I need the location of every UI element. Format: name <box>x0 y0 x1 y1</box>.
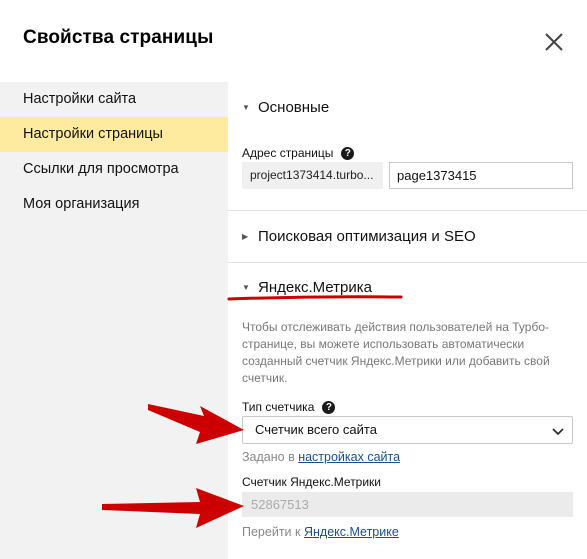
counter-type-value: Счетчик всего сайта <box>255 422 377 437</box>
caret-down-icon: ▼ <box>242 283 250 292</box>
address-label: Адрес страницы <box>242 146 334 160</box>
section-basic-toggle[interactable]: ▼ Основные <box>242 99 329 116</box>
divider <box>228 262 587 263</box>
help-icon[interactable]: ? <box>341 146 355 160</box>
caret-right-icon: ▶ <box>242 232 249 241</box>
sidebar-item-site-settings[interactable]: Настройки сайта <box>0 82 228 117</box>
section-seo-toggle[interactable]: ▶ Поисковая оптимизация и SEO <box>242 228 476 245</box>
counter-type-label: Тип счетчика <box>242 400 315 414</box>
sidebar-item-preview-links[interactable]: Ссылки для просмотра <box>0 152 228 187</box>
site-settings-link[interactable]: настройках сайта <box>298 450 400 464</box>
content-panel: ▼ Основные Адрес страницы ? project13734… <box>228 82 587 559</box>
caret-down-icon: ▼ <box>242 103 250 112</box>
annotation-arrow-icon <box>102 488 244 528</box>
section-metrika-title: Яндекс.Метрика <box>258 279 372 296</box>
sidebar-item-my-organization[interactable]: Моя организация <box>0 187 228 222</box>
divider <box>228 210 587 211</box>
close-icon[interactable] <box>540 28 568 56</box>
counter-label: Счетчик Яндекс.Метрики <box>242 475 382 489</box>
section-seo-title: Поисковая оптимизация и SEO <box>258 228 476 245</box>
metrika-description: Чтобы отслеживать действия пользователей… <box>242 320 550 385</box>
dialog-header: Свойства страницы <box>0 0 587 82</box>
counter-type-select[interactable]: Счетчик всего сайта <box>242 416 573 444</box>
address-label-row: Адрес страницы ? <box>242 146 355 160</box>
counter-label-row: Счетчик Яндекс.Метрики <box>242 475 381 489</box>
domain-field: project1373414.turbo... <box>242 162 383 189</box>
chevron-down-icon <box>552 428 564 436</box>
section-basic-title: Основные <box>258 99 330 116</box>
counter-type-label-row: Тип счетчика ? <box>242 400 336 414</box>
section-metrika-toggle[interactable]: ▼ Яндекс.Метрика <box>242 279 372 296</box>
metrika-link[interactable]: Яндекс.Метрике <box>304 525 399 539</box>
set-in-hint: Задано в настройках сайта <box>242 450 400 464</box>
dialog-title: Свойства страницы <box>23 27 214 48</box>
page-address-input[interactable]: page1373415 <box>389 162 573 189</box>
sidebar-item-page-settings[interactable]: Настройки страницы <box>0 117 228 152</box>
annotation-underline <box>227 295 403 301</box>
annotation-arrow-icon <box>148 404 244 444</box>
goto-prefix: Перейти к <box>242 525 301 539</box>
set-in-prefix: Задано в <box>242 450 295 464</box>
counter-id-field: 52867513 <box>242 492 573 517</box>
help-icon[interactable]: ? <box>322 400 336 414</box>
goto-hint: Перейти к Яндекс.Метрике <box>242 525 399 539</box>
